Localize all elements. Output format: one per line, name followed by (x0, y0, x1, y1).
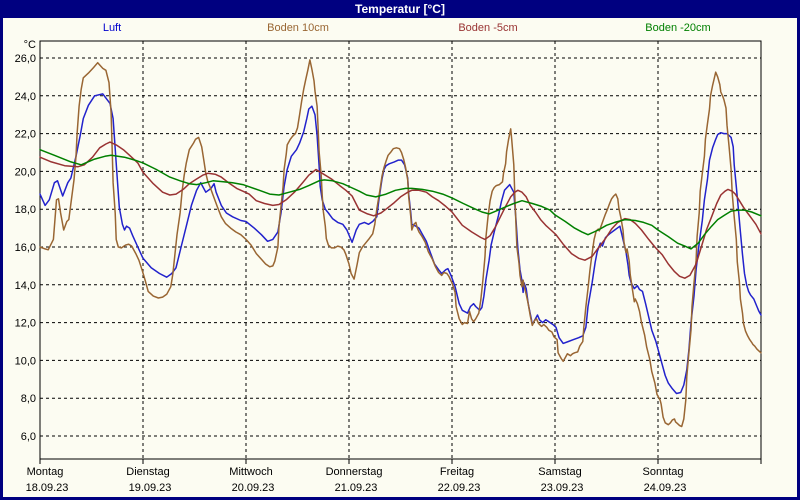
y-axis-tick-label: 24,0 (15, 91, 36, 103)
y-axis-tick-label: 8,0 (21, 393, 36, 405)
y-axis-tick-label: 16,0 (15, 242, 36, 254)
x-axis-day-name: Mittwoch (229, 466, 272, 478)
y-axis-tick-label: 18,0 (15, 204, 36, 216)
y-axis-tick-label: 26,0 (15, 53, 36, 65)
app-window: Temperatur [°C] Luft Boden 10cm Boden -5… (0, 0, 800, 500)
series-line-boden-10cm (39, 59, 762, 428)
y-axis-tick-label: 20,0 (15, 166, 36, 178)
x-axis-day-date: 21.09.23 (335, 482, 378, 494)
x-axis-day-name: Freitag (440, 466, 474, 478)
y-axis-tick-label: 6,0 (21, 431, 36, 443)
x-axis-day-name: Sonntag (643, 466, 684, 478)
y-axis-tick-label: 12,0 (15, 318, 36, 330)
x-axis-day-date: 22.09.23 (438, 482, 481, 494)
y-axis-tick-label: 14,0 (15, 280, 36, 292)
y-axis-unit-label: °C (24, 39, 36, 51)
window-title-bar: Temperatur [°C] (0, 0, 800, 18)
x-axis-day-name: Samstag (538, 466, 581, 478)
x-axis-day-name: Donnerstag (326, 466, 383, 478)
x-axis-day-name: Montag (27, 466, 64, 478)
x-axis-day-date: 20.09.23 (232, 482, 275, 494)
plot-border (39, 40, 762, 460)
x-axis-day-date: 19.09.23 (129, 482, 172, 494)
chart-panel: Luft Boden 10cm Boden -5cm Boden -20cm 2… (3, 18, 797, 497)
y-axis-tick-label: 22,0 (15, 129, 36, 141)
temperature-chart-svg: 26,0 24,0 22,0 20,0 18,0 16,0 14,0 12,0 10,0 8,0 6… (15, 39, 762, 494)
temperature-chart: 26,0 24,0 22,0 20,0 18,0 16,0 14,0 12,0 10,0 8,0 6… (3, 18, 797, 497)
y-axis-tick-label: 10,0 (15, 355, 36, 367)
x-axis-day-name: Dienstag (126, 466, 169, 478)
page-title: Temperatur [°C] (355, 2, 445, 16)
x-axis-day-date: 23.09.23 (541, 482, 584, 494)
x-axis-day-date: 18.09.23 (26, 482, 69, 494)
x-axis-day-date: 24.09.23 (644, 482, 687, 494)
series-line-boden-5cm (39, 141, 762, 279)
series-line-boden-20cm (39, 148, 762, 250)
